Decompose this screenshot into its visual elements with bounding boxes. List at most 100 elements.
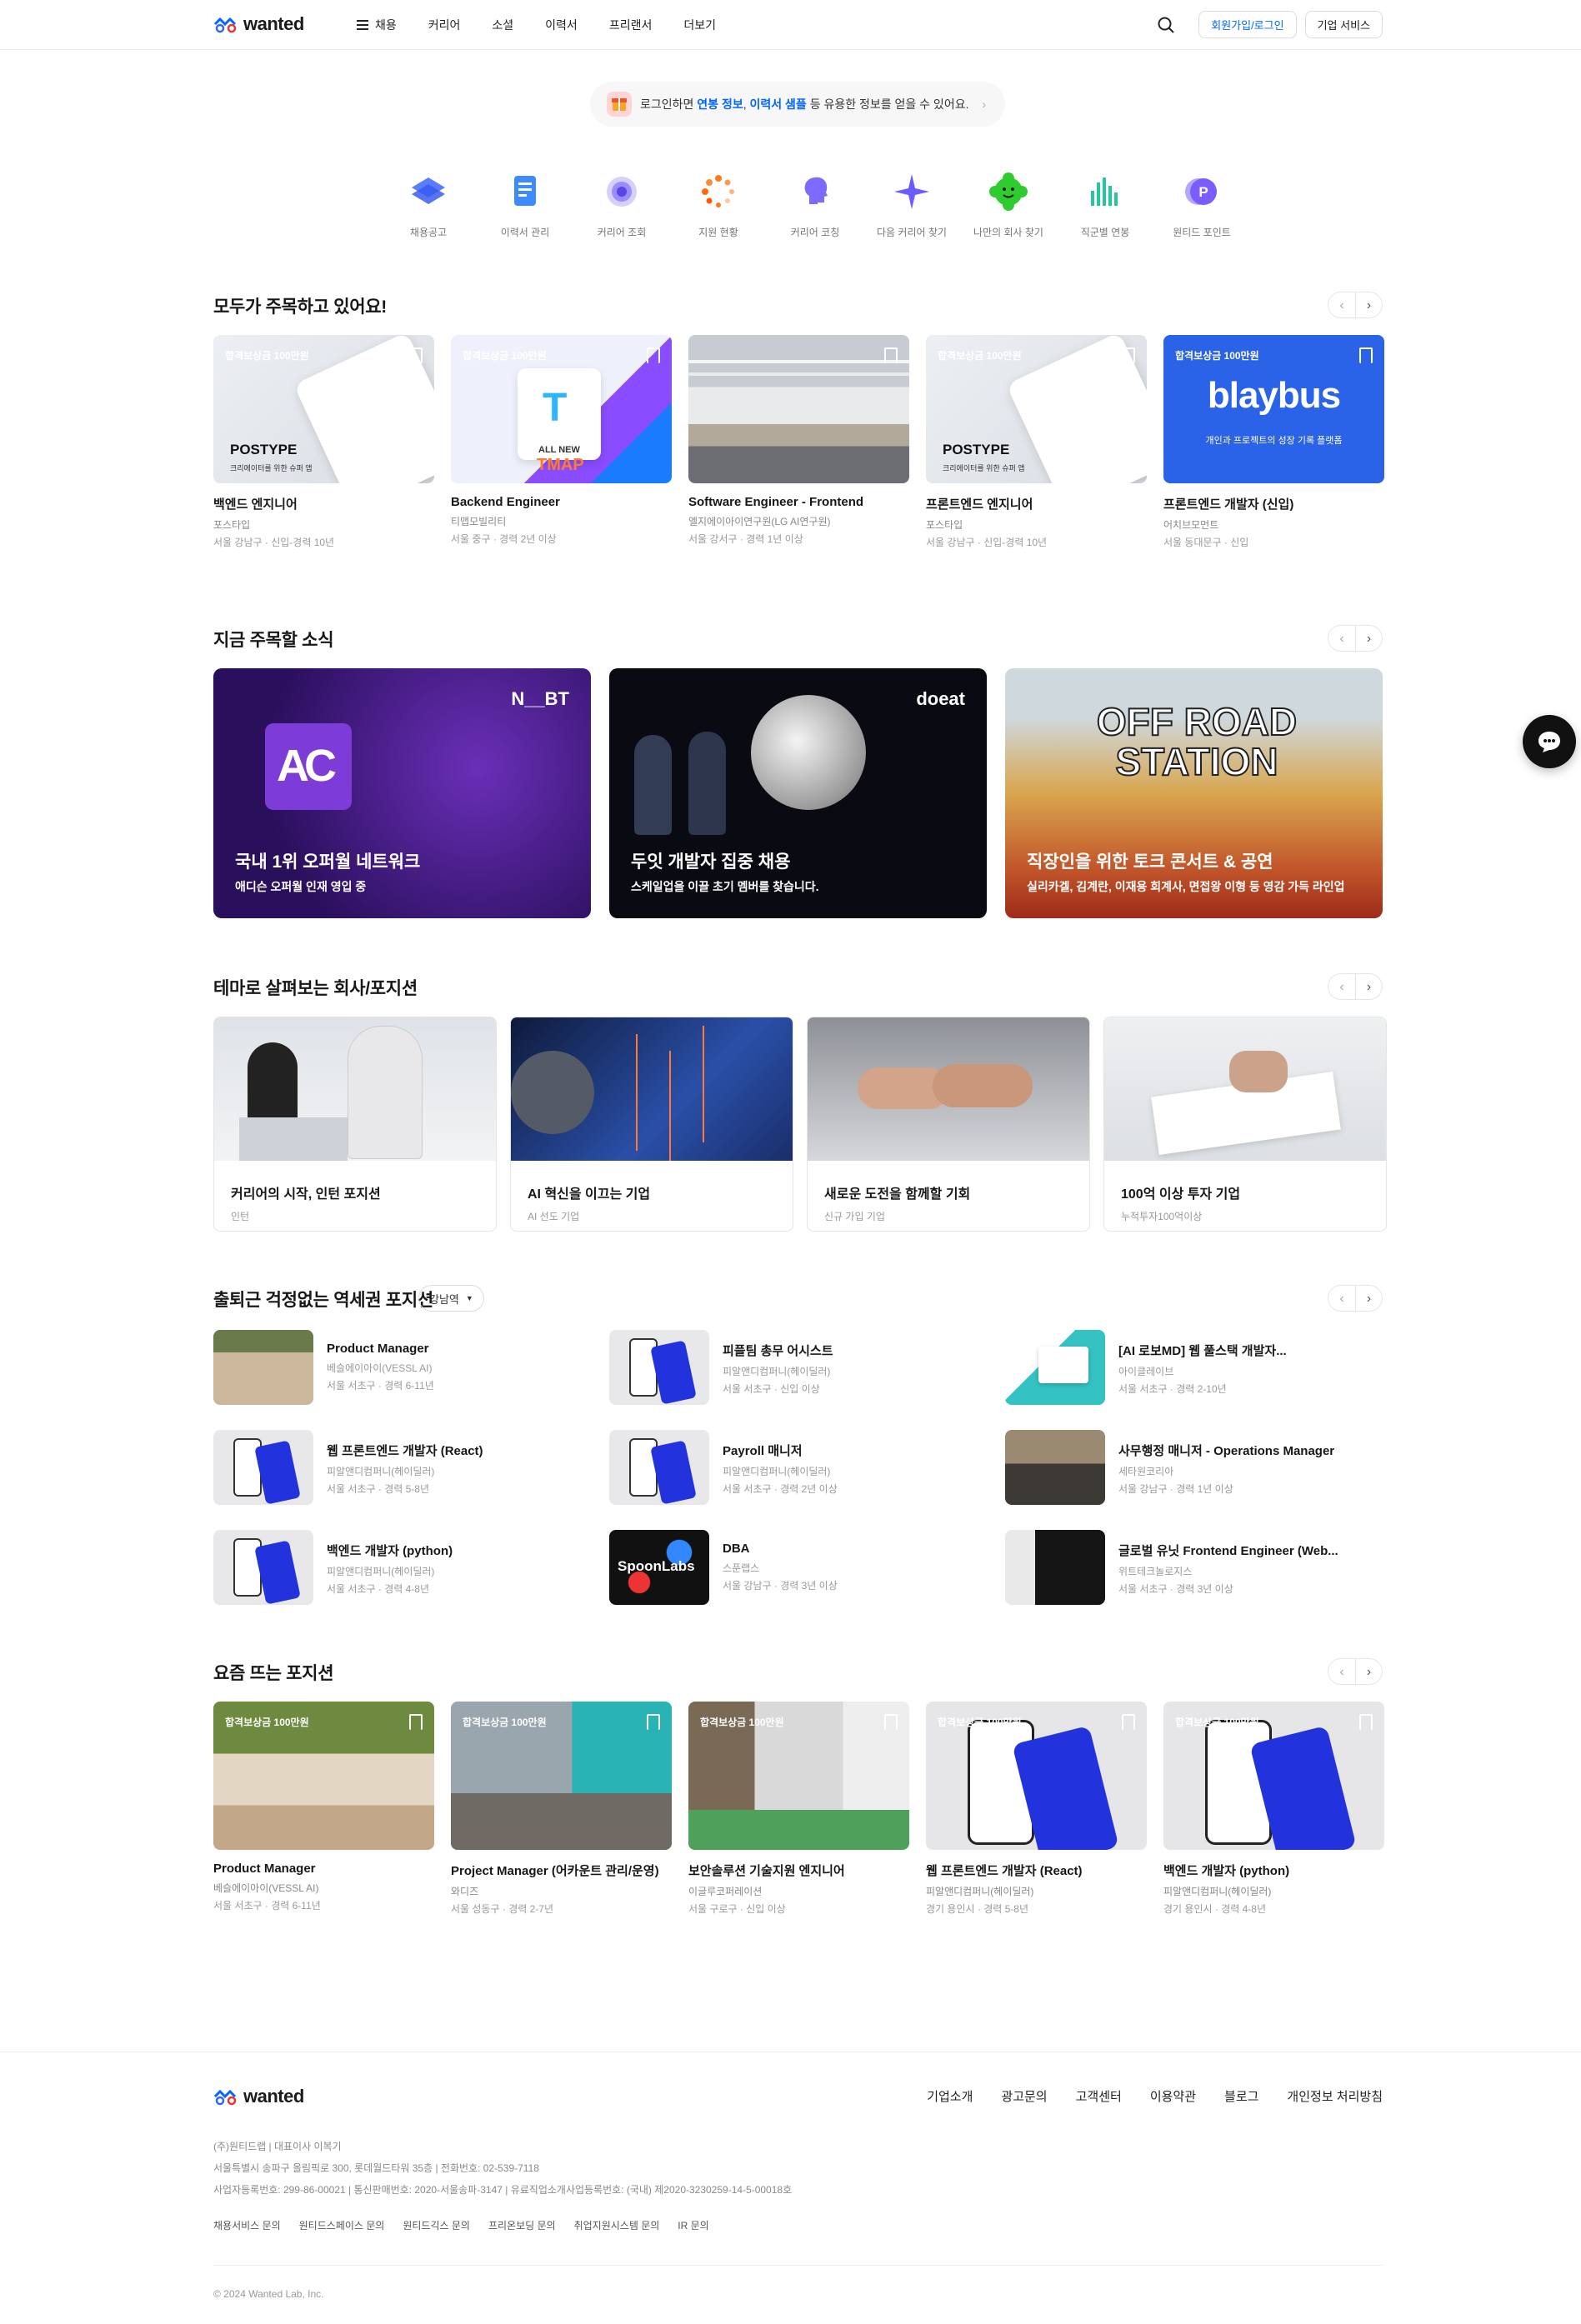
footer-inquiry-link[interactable]: 프리온보딩 문의 <box>488 2218 556 2232</box>
footer-link-about[interactable]: 기업소개 <box>927 2087 973 2105</box>
footer-inquiry-link[interactable]: 원티드스페이스 문의 <box>299 2218 385 2232</box>
list-item-thumbnail <box>1005 1430 1105 1505</box>
quick-salary[interactable]: 직군별 연봉 <box>1057 168 1153 239</box>
job-card-thumbnail: 합격보상금 100만원 <box>688 1702 909 1850</box>
quick-find-company[interactable]: 나만의 회사 찾기 <box>960 168 1057 239</box>
theme-card[interactable]: 커리어의 시작, 인턴 포지션 인턴 <box>213 1017 497 1232</box>
quick-next-career[interactable]: 다음 커리어 찾기 <box>863 168 960 239</box>
reward-badge: 합격보상금 100만원 <box>938 350 1022 362</box>
job-card[interactable]: 합격보상금 100만원 blaybus 개인과 프로젝트의 성장 기록 플랫폼 … <box>1163 335 1384 549</box>
prev-arrow-icon[interactable]: ‹ <box>1328 292 1355 317</box>
news-card[interactable]: AC N__BT 국내 1위 오퍼월 네트워크 애디슨 오퍼월 인재 영입 중 <box>213 668 591 918</box>
job-card[interactable]: 합격보상금 100만원 POSTYPE 크리에이터를 위한 슈퍼 앱 프론트엔드… <box>926 335 1147 549</box>
wanted-logo[interactable]: wanted <box>213 13 304 35</box>
next-arrow-icon[interactable]: › <box>1355 1286 1382 1311</box>
nav-more[interactable]: 더보기 <box>683 17 716 33</box>
footer-inquiry-link[interactable]: 취업지원시스템 문의 <box>574 2218 660 2232</box>
prev-arrow-icon[interactable]: ‹ <box>1328 1286 1355 1311</box>
quick-label: 직군별 연봉 <box>1080 227 1130 238</box>
list-item[interactable]: SpoonLabs DBA 스푼랩스 서울 강남구 · 경력 3년 이상 <box>609 1530 1005 1605</box>
quick-job-postings[interactable]: 채용공고 <box>380 168 477 239</box>
login-banner[interactable]: 로그인하면 연봉 정보, 이력서 샘플 등 유용한 정보를 얻을 수 있어요. … <box>590 82 1005 127</box>
prev-arrow-icon[interactable]: ‹ <box>1328 1659 1355 1684</box>
job-card[interactable]: 합격보상금 100만원 Product Manager 베슬에이아이(VESSL… <box>213 1702 434 1916</box>
job-card[interactable]: Software Engineer - Frontend 엘지에이아이연구원(L… <box>688 335 909 549</box>
nav-menu-jobs[interactable]: 채용 <box>357 17 397 33</box>
job-card[interactable]: 합격보상금 100만원 백엔드 개발자 (python) 피알앤디컴퍼니(헤이딜… <box>1163 1702 1384 1916</box>
bookmark-icon[interactable] <box>647 347 660 363</box>
footer-link-support[interactable]: 고객센터 <box>1076 2087 1122 2105</box>
job-card-thumbnail: 합격보상금 100만원 POSTYPE 크리에이터를 위한 슈퍼 앱 <box>926 335 1147 483</box>
footer-link-ads[interactable]: 광고문의 <box>1001 2087 1047 2105</box>
footer-logo[interactable]: wanted <box>213 2086 304 2107</box>
bookmark-icon[interactable] <box>1359 1714 1373 1730</box>
quick-career-lookup[interactable]: 커리어 조회 <box>573 168 670 239</box>
footer-inquiry-link[interactable]: 원티드긱스 문의 <box>403 2218 470 2232</box>
bookmark-icon[interactable] <box>647 1714 660 1730</box>
bookmark-icon[interactable] <box>409 347 423 363</box>
company-info: (주)원티드랩 | 대표이사 이복기 서울특별시 송파구 올림픽로 300, 롯… <box>213 2136 792 2201</box>
nav-resume[interactable]: 이력서 <box>545 17 578 33</box>
list-item[interactable]: [AI 로보MD] 웹 풀스택 개발자... 아이클레이브 서울 서초구 · 경력 … <box>1005 1330 1383 1405</box>
prev-arrow-icon[interactable]: ‹ <box>1328 974 1355 999</box>
quick-career-coaching[interactable]: 커리어 코칭 <box>767 168 863 239</box>
chat-button[interactable] <box>1523 715 1576 768</box>
next-arrow-icon[interactable]: › <box>1355 1659 1382 1684</box>
bookmark-icon[interactable] <box>884 347 898 363</box>
footer-link-privacy[interactable]: 개인정보 처리방침 <box>1287 2087 1383 2105</box>
signup-login-button[interactable]: 회원가입/로그인 <box>1198 11 1297 38</box>
quick-application-status[interactable]: 지원 현황 <box>670 168 767 239</box>
footer-inquiry-link[interactable]: 채용서비스 문의 <box>213 2218 281 2232</box>
list-item[interactable]: Payroll 매니저 피알앤디컴퍼니(헤이딜러) 서울 서초구 · 경력 2년 이… <box>609 1430 1005 1505</box>
list-item-company: 베슬에이아이(VESSL AI) <box>327 1362 433 1374</box>
list-item[interactable]: Product Manager 베슬에이아이(VESSL AI) 서울 서초구 · … <box>213 1330 609 1405</box>
list-item[interactable]: 글로벌 유닛 Frontend Engineer (Web... 위트테크놀로지스… <box>1005 1530 1383 1605</box>
search-icon[interactable] <box>1157 16 1175 34</box>
nav-social[interactable]: 소셜 <box>492 17 513 33</box>
nav-career[interactable]: 커리어 <box>428 17 461 33</box>
bookmark-icon[interactable] <box>1122 347 1135 363</box>
quick-resume-manage[interactable]: 이력서 관리 <box>477 168 573 239</box>
loading-dots-icon <box>695 168 742 215</box>
bookmark-icon[interactable] <box>1359 347 1373 363</box>
list-item-thumbnail <box>213 1430 313 1505</box>
nav-freelancer[interactable]: 프리랜서 <box>609 17 653 33</box>
news-card[interactable]: OFF ROAD STATION 직장인을 위한 토크 콘서트 & 공연 실리카… <box>1005 668 1383 918</box>
footer-link-terms[interactable]: 이용약관 <box>1150 2087 1196 2105</box>
list-item[interactable]: 백엔드 개발자 (python) 피알앤디컴퍼니(헤이딜러) 서울 서초구 · 경력… <box>213 1530 609 1605</box>
company-name: 피알앤디컴퍼니(헤이딜러) <box>1163 1886 1272 1897</box>
bookmark-icon[interactable] <box>884 1714 898 1730</box>
bookmark-icon[interactable] <box>1122 1714 1135 1730</box>
footer-link-blog[interactable]: 블로그 <box>1224 2087 1258 2105</box>
job-card[interactable]: 합격보상금 100만원 Project Manager (어카운트 관리/운영)… <box>451 1702 672 1916</box>
next-arrow-icon[interactable]: › <box>1355 292 1382 317</box>
footer: wanted 기업소개 광고문의 고객센터 이용약관 블로그 개인정보 처리방침… <box>0 2052 1581 2324</box>
target-icon <box>598 168 645 215</box>
theme-card[interactable]: 100억 이상 투자 기업 누적투자100억이상 <box>1103 1017 1387 1232</box>
list-item[interactable]: 사무행정 매니저 - Operations Manager 세타원코리아 서울 강남… <box>1005 1430 1383 1505</box>
reward-badge: 합격보상금 100만원 <box>463 350 547 362</box>
job-card[interactable]: 합격보상금 100만원 보안솔루션 기술지원 엔지니어 이글루코퍼레이션 서울 … <box>688 1702 909 1916</box>
list-item[interactable]: 웹 프론트엔드 개발자 (React) 피알앤디컴퍼니(헤이딜러) 서울 서초구 ·… <box>213 1430 609 1505</box>
bookmark-icon[interactable] <box>409 1714 423 1730</box>
prev-arrow-icon[interactable]: ‹ <box>1328 626 1355 651</box>
next-arrow-icon[interactable]: › <box>1355 626 1382 651</box>
news-arrows: ‹ › <box>1328 625 1383 652</box>
job-card[interactable]: 합격보상금 100만원 POSTYPE 크리에이터를 위한 슈퍼 앱 백엔드 엔… <box>213 335 434 549</box>
smile-flower-icon <box>985 168 1032 215</box>
news-card-sub: 실리카겔, 김계란, 이재용 회계사, 면접왕 이형 등 영감 가득 라인업 <box>1027 880 1345 893</box>
job-card[interactable]: T 합격보상금 100만원 ALL NEW TMAP Backend Engin… <box>451 335 672 549</box>
footer-inquiry-link[interactable]: IR 문의 <box>678 2218 708 2232</box>
quick-points[interactable]: P 원티드 포인트 <box>1153 168 1250 239</box>
featured-title: 모두가 주목하고 있어요! <box>213 297 387 317</box>
theme-card[interactable]: 새로운 도전을 함께할 기회 신규 가입 기업 <box>807 1017 1090 1232</box>
job-card[interactable]: 합격보상금 100만원 웹 프론트엔드 개발자 (React) 피알앤디컴퍼니(… <box>926 1702 1147 1916</box>
news-card[interactable]: doeat 두잇 개발자 집중 채용 스케일업을 이끌 초기 멤버를 찾습니다. <box>609 668 987 918</box>
list-item[interactable]: 피플팀 총무 어시스트 피알앤디컴퍼니(헤이딜러) 서울 서초구 · 신입 이상 <box>609 1330 1005 1405</box>
list-item-thumbnail <box>609 1430 709 1505</box>
theme-card[interactable]: AI 혁신을 이끄는 기업 AI 선도 기업 <box>510 1017 793 1232</box>
job-meta: 서울 강남구 · 신입-경력 10년 <box>213 537 335 548</box>
business-service-button[interactable]: 기업 서비스 <box>1304 11 1383 38</box>
next-arrow-icon[interactable]: › <box>1355 974 1382 999</box>
station-dropdown[interactable]: 강남역 ▼ <box>418 1285 484 1312</box>
